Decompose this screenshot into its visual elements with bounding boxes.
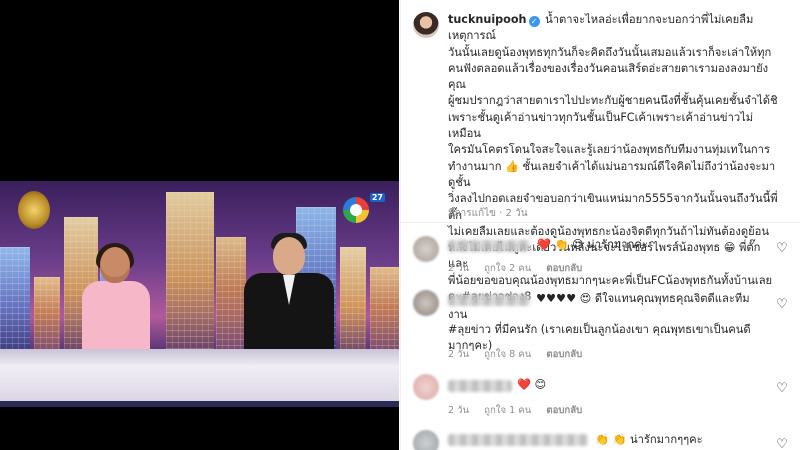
- commenter-avatar[interactable]: [413, 236, 439, 262]
- comment-likes[interactable]: ถูกใจ 1 คน: [484, 405, 531, 416]
- news-video-frame[interactable]: 27: [0, 181, 399, 407]
- comment-text: 👏 👏 น่ารักมากๆๆคะ: [595, 433, 703, 446]
- news-anchor-male: [240, 233, 336, 367]
- comment-time: 2 วัน: [448, 349, 470, 360]
- reply-button[interactable]: ตอบกลับ: [546, 349, 582, 360]
- post-sidebar: tucknuipooh ✓ น้ำตาจะไหลอ่ะเพื่อยากจะบอกว…: [400, 0, 800, 450]
- comment-meta: 2 วัน ถูกใจ 8 คน ตอบกลับ: [448, 347, 594, 362]
- channel-number: 27: [369, 193, 385, 202]
- caption-text: น้ำตาจะไหลอ่ะเพื่อยากจะบอกว่าพี่ไม่เคยลื…: [448, 13, 778, 303]
- commenter-avatar[interactable]: [413, 290, 439, 316]
- commenter-avatar[interactable]: [413, 430, 439, 450]
- post-caption: tucknuipooh ✓ น้ำตาจะไหลอ่ะเพื่อยากจะบอกว…: [401, 0, 800, 303]
- comment-time: 2 วัน: [448, 263, 470, 274]
- reply-button[interactable]: ตอบกลับ: [546, 405, 582, 416]
- heart-outline-icon[interactable]: ♡: [775, 242, 789, 256]
- video-bottom-bar: [0, 401, 399, 407]
- comment-likes[interactable]: ถูกใจ 8 คน: [484, 349, 531, 360]
- comment-text: ❤️ 😊: [517, 378, 547, 391]
- news-desk: [0, 349, 399, 407]
- comment-likes[interactable]: ถูกใจ 2 คน: [484, 263, 531, 274]
- comment-meta: 2 วัน ถูกใจ 2 คน ตอบกลับ: [448, 261, 594, 276]
- comment-time: 2 วัน: [448, 405, 470, 416]
- comment-meta: 2 วัน ถูกใจ 1 คน ตอบกลับ: [448, 403, 594, 418]
- heart-outline-icon[interactable]: ♡: [775, 382, 789, 396]
- skyline-building: [166, 192, 214, 367]
- heart-outline-icon[interactable]: ♡: [775, 438, 789, 450]
- channel-8-logo-icon: 27: [343, 193, 385, 227]
- comment-text: ♥♥♥♥ 😍 ดีใจแทนคุณพุทธคุณจิตดีและทีมงาน #…: [448, 292, 751, 352]
- royal-emblem-icon: [18, 191, 50, 229]
- comment-text: ❤️ 👏 😍 น่ารักมากค่ะ: [537, 238, 648, 251]
- commenter-username-blurred[interactable]: [448, 240, 530, 252]
- author-avatar[interactable]: [413, 12, 439, 38]
- commenter-avatar[interactable]: [413, 374, 439, 400]
- verified-badge-icon: ✓: [528, 16, 540, 27]
- heart-outline-icon[interactable]: ♡: [775, 298, 789, 312]
- caption-meta: มีการแก้ไข · 2 วัน: [448, 208, 528, 219]
- reply-button[interactable]: ตอบกลับ: [546, 263, 582, 274]
- author-username[interactable]: tucknuipooh: [448, 13, 527, 26]
- commenter-username-blurred[interactable]: [448, 434, 588, 446]
- commenter-username-blurred[interactable]: [448, 380, 512, 392]
- media-viewer[interactable]: 27: [0, 0, 399, 450]
